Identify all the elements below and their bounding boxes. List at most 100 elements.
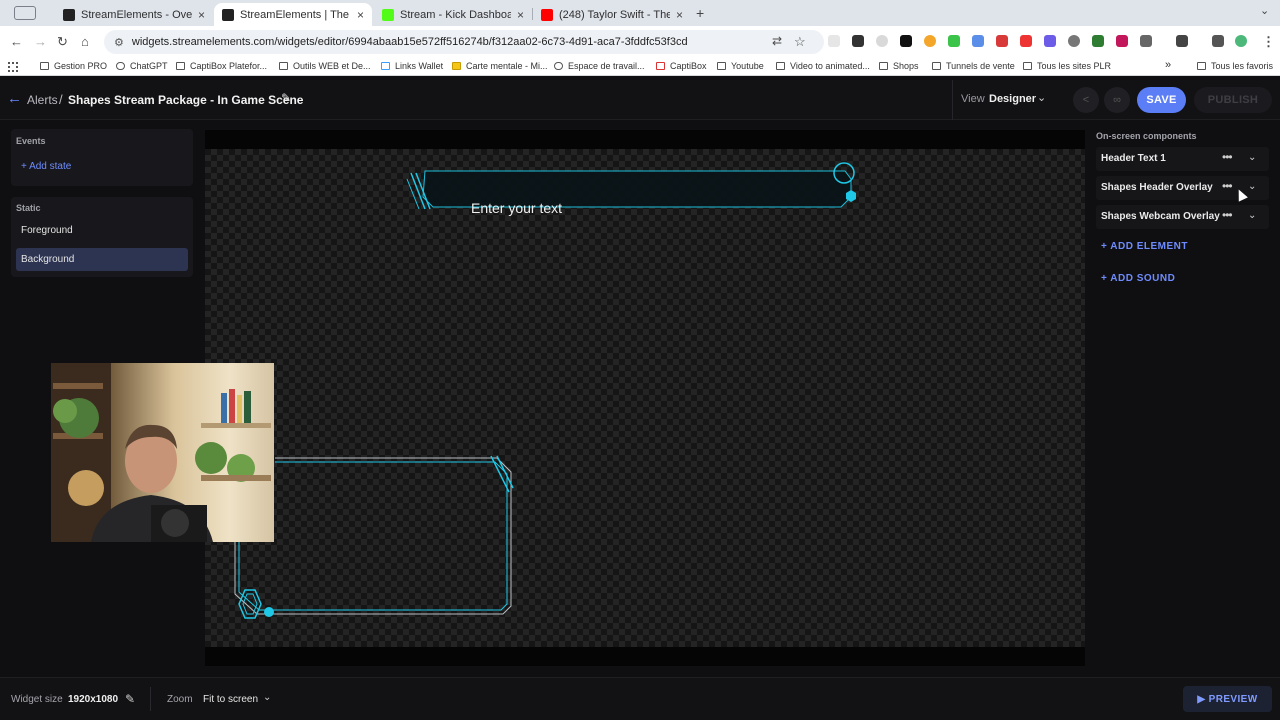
browser-menu-icon[interactable]: ⋮	[1262, 34, 1275, 50]
back-icon[interactable]: ←	[10, 34, 23, 49]
close-icon[interactable]: ×	[676, 8, 683, 22]
extension-icon[interactable]	[948, 35, 960, 47]
extension-icon[interactable]	[972, 35, 984, 47]
bookmark-item[interactable]: Video to animated...	[776, 61, 870, 71]
zoom-label: Zoom	[167, 694, 193, 705]
chevron-down-icon[interactable]: ⌄	[1248, 210, 1256, 221]
editor-footer: Widget size 1920x1080 ✎ Zoom Fit to scre…	[0, 677, 1280, 720]
bookmark-item[interactable]: Tunnels de vente	[932, 61, 1015, 71]
tab-search-icon[interactable]	[14, 6, 36, 20]
tab-streamelements-overlays[interactable]: StreamElements - Overlays ×	[55, 3, 213, 26]
header-text-element[interactable]: Enter your text	[471, 200, 562, 216]
shapes-header-overlay[interactable]	[405, 157, 865, 227]
extension-icon[interactable]	[996, 35, 1008, 47]
bookmark-item[interactable]: Tous les sites PLR	[1023, 61, 1111, 71]
extension-icon[interactable]	[1020, 35, 1032, 47]
folder-icon	[879, 62, 888, 70]
more-options-icon[interactable]: •••	[1222, 179, 1233, 193]
home-icon[interactable]: ⌂	[81, 34, 89, 49]
chevron-down-icon[interactable]: ⌄	[1037, 91, 1046, 104]
bookmark-item[interactable]: Links Wallet	[381, 61, 443, 71]
tab-streamelements-editor[interactable]: StreamElements | The Ultimate ×	[214, 3, 372, 26]
tab-list-chevron-icon[interactable]: ⌄	[1260, 4, 1269, 17]
share-button[interactable]: <	[1073, 87, 1099, 113]
bookmark-star-icon[interactable]: ☆	[794, 34, 806, 50]
more-options-icon[interactable]: •••	[1222, 208, 1233, 222]
url-bar[interactable]: ⚙ widgets.streamelements.com/widgets/edi…	[104, 30, 824, 54]
bookmark-item[interactable]: CaptiBox	[656, 61, 707, 71]
profile-avatar[interactable]	[1235, 35, 1247, 47]
add-state-button[interactable]: + Add state	[21, 161, 71, 172]
site-settings-icon[interactable]: ⚙	[114, 36, 124, 49]
on-screen-components-heading: On-screen components	[1096, 131, 1197, 141]
static-panel: Static Foreground Background	[11, 197, 193, 277]
youtube-favicon	[541, 8, 553, 21]
folder-icon	[40, 62, 49, 70]
tab-youtube[interactable]: (248) Taylor Swift - The F ×	[533, 3, 691, 26]
layer-background[interactable]: Background	[16, 248, 188, 271]
bookmarks-overflow-button[interactable]: »	[1165, 59, 1171, 71]
folder-icon	[717, 62, 726, 70]
chevron-down-icon[interactable]: ⌄	[1248, 181, 1256, 192]
add-element-button[interactable]: + ADD ELEMENT	[1101, 241, 1188, 252]
widget-size-label: Widget size	[11, 694, 63, 705]
chevron-down-icon[interactable]: ⌄	[263, 692, 271, 703]
extensions-puzzle-icon[interactable]	[1140, 35, 1152, 47]
extension-icon[interactable]	[1044, 35, 1056, 47]
extension-icon[interactable]	[1116, 35, 1128, 47]
component-header-text-1[interactable]: Header Text 1 ••• ⌄	[1096, 147, 1269, 171]
layer-foreground[interactable]: Foreground	[16, 219, 188, 242]
edit-size-pencil-icon[interactable]: ✎	[125, 692, 135, 706]
apps-grid-icon[interactable]	[8, 62, 18, 72]
chevron-down-icon[interactable]: ⌄	[1248, 152, 1256, 163]
extension-icon[interactable]	[1068, 35, 1080, 47]
reading-list-icon[interactable]	[1212, 35, 1224, 47]
publish-button[interactable]: PUBLISH	[1194, 87, 1272, 113]
extension-icon[interactable]	[1092, 35, 1104, 47]
close-icon[interactable]: ×	[517, 8, 524, 22]
bookmark-item[interactable]: Youtube	[717, 61, 764, 71]
link-button[interactable]: ∞	[1104, 87, 1130, 113]
zoom-select[interactable]: Fit to screen	[203, 694, 258, 705]
bookmark-item[interactable]: Gestion PRO	[40, 61, 107, 71]
extension-icon[interactable]	[924, 35, 936, 47]
component-shapes-webcam-overlay[interactable]: Shapes Webcam Overlay ••• ⌄	[1096, 205, 1269, 229]
preview-button[interactable]: ▶ PREVIEW	[1183, 686, 1272, 712]
bookmark-item[interactable]: Carte mentale - Mi...	[452, 61, 548, 71]
component-name: Header Text 1	[1101, 153, 1166, 164]
extension-icon[interactable]	[1176, 35, 1188, 47]
add-sound-button[interactable]: + ADD SOUND	[1101, 273, 1175, 284]
bookmark-item[interactable]: ChatGPT	[116, 61, 168, 71]
folder-icon	[932, 62, 941, 70]
forward-icon[interactable]: →	[34, 34, 47, 49]
bookmark-item[interactable]: Espace de travail...	[554, 61, 645, 71]
extension-icon[interactable]	[876, 35, 888, 47]
bookmark-item[interactable]: CaptiBox Platefor...	[176, 61, 267, 71]
close-icon[interactable]: ×	[198, 8, 205, 22]
reload-icon[interactable]: ↻	[57, 34, 68, 50]
save-button[interactable]: SAVE	[1137, 87, 1186, 113]
tab-kick-dashboard[interactable]: Stream - Kick Dashboard ×	[374, 3, 532, 26]
page-title: Shapes Stream Package - In Game Scene	[68, 93, 304, 107]
translate-icon[interactable]: ⇄	[772, 34, 782, 48]
bookmark-item[interactable]: Outils WEB et De...	[279, 61, 371, 71]
extension-icon[interactable]	[852, 35, 864, 47]
view-mode-select[interactable]: Designer	[989, 93, 1036, 105]
kick-favicon	[382, 8, 394, 21]
new-tab-button[interactable]: +	[696, 5, 704, 21]
edit-title-pencil-icon[interactable]: ✎	[281, 91, 291, 105]
events-heading: Events	[16, 136, 46, 146]
extension-icon[interactable]	[900, 35, 912, 47]
extension-icon[interactable]	[828, 35, 840, 47]
all-bookmarks-button[interactable]: Tous les favoris	[1197, 61, 1273, 71]
browser-tab-strip: StreamElements - Overlays × StreamElemen…	[0, 0, 1280, 26]
overlay-canvas[interactable]: Enter your text	[205, 149, 1085, 647]
mindmap-icon	[452, 62, 461, 70]
more-options-icon[interactable]: •••	[1222, 150, 1233, 164]
back-arrow-icon[interactable]: ←	[7, 90, 22, 107]
close-icon[interactable]: ×	[357, 8, 364, 22]
breadcrumb-alerts[interactable]: Alerts	[27, 93, 58, 107]
bookmark-item[interactable]: Shops	[879, 61, 919, 71]
address-toolbar: ← → ↻ ⌂ ⚙ widgets.streamelements.com/wid…	[0, 26, 1280, 58]
component-name: Shapes Header Overlay	[1101, 182, 1213, 193]
